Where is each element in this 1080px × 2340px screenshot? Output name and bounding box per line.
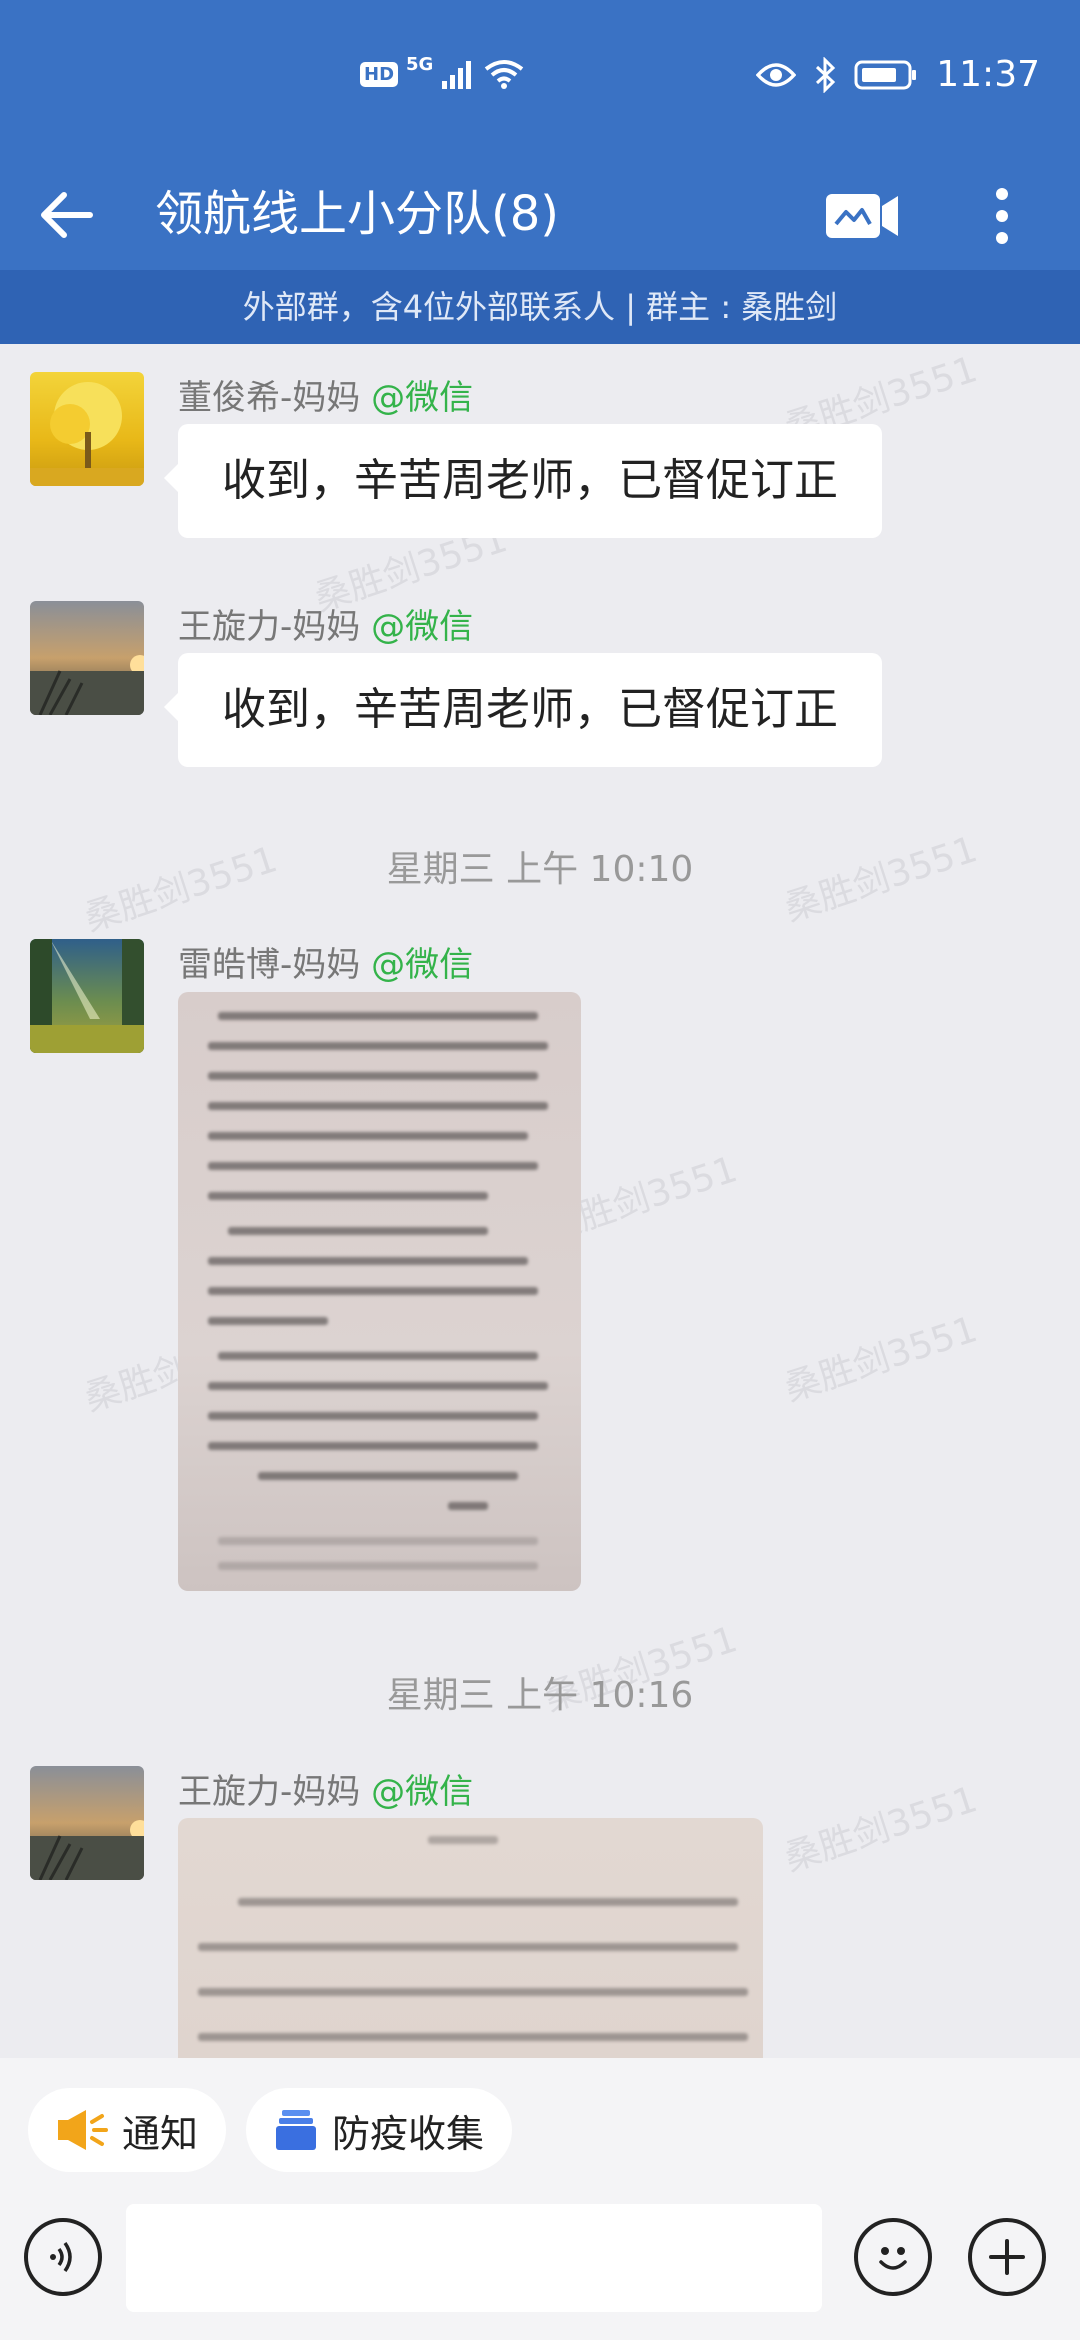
back-button[interactable] [30,178,104,252]
signal-icon [442,61,472,89]
sender-label: 董俊希-妈妈 [178,378,361,418]
wechat-tag: @微信 [371,945,474,985]
emoji-button[interactable] [854,2218,932,2296]
clock: 11:37 [936,54,1040,95]
avatar[interactable] [30,601,144,715]
chip-label: 通知 [122,2111,199,2156]
voice-icon [50,2241,72,2273]
epidemic-collection-chip[interactable]: 防疫收集 [246,2088,513,2172]
back-arrow-icon [41,192,93,238]
sender-label: 雷皓博-妈妈 [178,945,361,985]
status-right-icons: 11:37 [756,54,1040,95]
more-options-button[interactable] [982,178,1022,254]
bluetooth-icon [816,56,836,93]
message-bubble[interactable]: 收到，辛苦周老师，已督促订正 [164,424,882,538]
image-message[interactable] [178,1818,763,2058]
watermark: 桑胜剑3551 [779,1308,983,1410]
wechat-tag: @微信 [371,607,474,647]
wechat-tag: @微信 [371,1772,474,1812]
image-message[interactable] [178,992,581,1591]
notice-chip[interactable]: 通知 [28,2088,227,2172]
more-vertical-icon [996,188,1008,200]
quick-action-bar: 通知 防疫收集 [0,2058,1080,2200]
wechat-tag: @微信 [371,378,474,418]
plus-icon [989,2239,1025,2275]
wifi-icon [485,60,524,89]
avatar[interactable] [30,939,144,1053]
megaphone-icon [58,2110,108,2150]
watermark: 桑胜剑3551 [779,1778,983,1880]
avatar[interactable] [30,1766,144,1880]
video-call-button[interactable] [822,190,902,244]
avatar[interactable] [30,372,144,486]
sender-name: 王旋力-妈妈 @微信 [178,1764,473,1813]
chat-header: 领航线上小分队(8) [0,160,1080,270]
battery-icon [854,60,917,89]
video-call-icon [826,194,898,238]
timestamp: 星期三 上午 10:10 [386,849,694,890]
chat-title[interactable]: 领航线上小分队(8) [155,182,559,246]
sender-name: 王旋力-妈妈 @微信 [178,599,473,648]
group-info-bar[interactable]: 外部群，含4位外部联系人 | 群主 : 桑胜剑 [0,270,1080,344]
sender-label: 王旋力-妈妈 [178,1772,361,1812]
input-bar [0,2200,1080,2340]
sender-name: 董俊希-妈妈 @微信 [178,370,473,419]
timestamp: 星期三 上午 10:16 [386,1675,694,1716]
chip-label: 防疫收集 [332,2111,485,2156]
message-bubble[interactable]: 收到，辛苦周老师，已督促订正 [164,653,882,767]
status-bar: HD 5G 11:37 [0,0,1080,160]
hd-badge: HD [360,61,399,87]
stack-icon [276,2110,316,2150]
sender-name: 雷皓博-妈妈 @微信 [178,937,473,986]
sender-label: 王旋力-妈妈 [178,607,361,647]
plus-button[interactable] [968,2218,1046,2296]
status-left-icons: HD 5G [360,54,525,90]
emoji-icon [879,2247,907,2270]
network-label: 5G [406,53,434,75]
eye-icon [756,62,797,87]
voice-button[interactable] [24,2218,102,2296]
message-input[interactable] [126,2204,822,2312]
